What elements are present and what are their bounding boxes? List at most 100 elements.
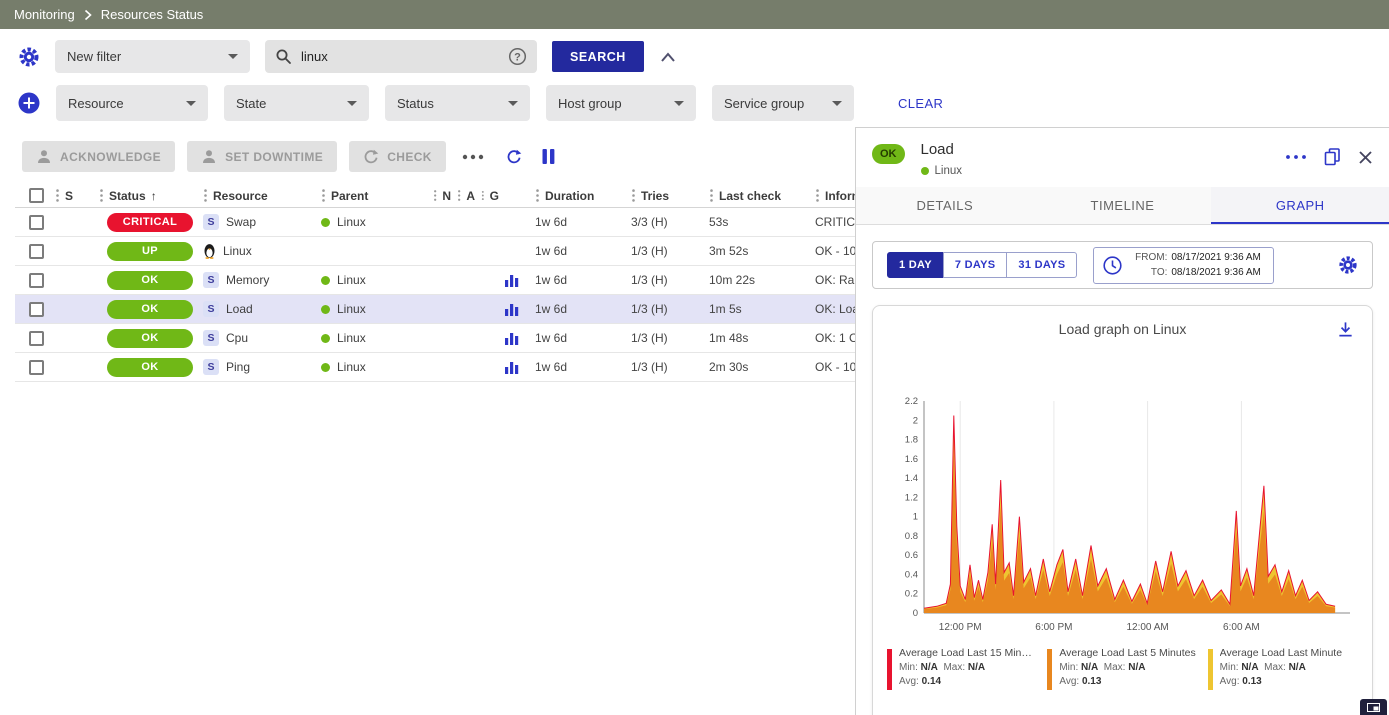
check-button[interactable]: CHECK xyxy=(349,141,446,172)
refresh-icon[interactable] xyxy=(506,149,522,165)
pause-autorefresh-icon[interactable] xyxy=(540,148,557,165)
resource-name[interactable]: Swap xyxy=(226,215,256,229)
load-graph[interactable]: 12:00 PM6:00 PM12:00 AM6:00 AM00.20.40.6… xyxy=(888,389,1358,641)
tab-graph[interactable]: GRAPH xyxy=(1211,187,1389,224)
filter-criteria-state[interactable]: State xyxy=(224,85,369,121)
filter-criteria-resource[interactable]: Resource xyxy=(56,85,208,121)
column-header-duration[interactable]: Duration xyxy=(529,184,625,207)
more-actions-button[interactable] xyxy=(458,154,488,160)
column-header-status[interactable]: Status↑ xyxy=(93,184,197,207)
column-header-g[interactable]: G xyxy=(475,184,499,207)
select-all-checkbox[interactable] xyxy=(29,188,44,203)
row-checkbox[interactable] xyxy=(29,331,44,346)
resource-name[interactable]: Cpu xyxy=(226,331,248,345)
table-row[interactable]: CRITICAL SSwap Linux 1w 6d 3/3 (H) 53s C… xyxy=(15,208,855,237)
downtime-icon xyxy=(201,149,217,164)
criteria-label: Status xyxy=(397,96,434,111)
more-options-icon[interactable] xyxy=(1285,154,1307,160)
drag-handle-icon[interactable] xyxy=(815,188,820,203)
filter-settings-icon[interactable] xyxy=(18,46,40,68)
date-range-picker[interactable]: FROM:08/17/2021 9:36 AM TO:08/18/2021 9:… xyxy=(1093,247,1274,284)
tab-details[interactable]: DETAILS xyxy=(856,187,1034,224)
column-header-resource[interactable]: Resource xyxy=(197,184,315,207)
table-row[interactable]: OK SLoad Linux 1w 6d 1/3 (H) 1m 5s OK: L… xyxy=(15,295,855,324)
row-checkbox[interactable] xyxy=(29,215,44,230)
copy-link-icon[interactable] xyxy=(1324,148,1341,166)
drag-handle-icon[interactable] xyxy=(203,188,208,203)
parent-name[interactable]: Linux xyxy=(337,215,366,229)
table-row[interactable]: UP Linux 1w 6d 1/3 (H) 3m 52s OK - 10 xyxy=(15,237,855,266)
clear-filters-button[interactable]: CLEAR xyxy=(898,96,943,111)
parent-name[interactable]: Linux xyxy=(337,331,366,345)
column-header-tries[interactable]: Tries xyxy=(625,184,703,207)
legend-item[interactable]: Average Load Last Minute Min: N/A Max: N… xyxy=(1208,647,1358,690)
status-badge: OK xyxy=(107,358,193,377)
column-header-information[interactable]: Information xyxy=(809,184,855,207)
svg-text:6:00 PM: 6:00 PM xyxy=(1035,622,1072,633)
row-checkbox[interactable] xyxy=(29,302,44,317)
drag-handle-icon[interactable] xyxy=(535,188,540,203)
graph-icon[interactable] xyxy=(505,274,519,287)
drag-handle-icon[interactable] xyxy=(55,188,60,203)
column-header-parent[interactable]: Parent xyxy=(315,184,427,207)
graph-icon[interactable] xyxy=(505,303,519,316)
breadcrumb-item-resources-status[interactable]: Resources Status xyxy=(101,7,204,22)
graph-settings-icon[interactable] xyxy=(1338,255,1358,275)
table-row[interactable]: OK SCpu Linux 1w 6d 1/3 (H) 1m 48s OK: 1… xyxy=(15,324,855,353)
parent-name[interactable]: Linux xyxy=(337,360,366,374)
drag-handle-icon[interactable] xyxy=(99,188,104,203)
drag-handle-icon[interactable] xyxy=(631,188,636,203)
column-header-last-check[interactable]: Last check xyxy=(703,184,809,207)
row-checkbox[interactable] xyxy=(29,273,44,288)
table-row[interactable]: OK SMemory Linux 1w 6d 1/3 (H) 10m 22s O… xyxy=(15,266,855,295)
search-button[interactable]: SEARCH xyxy=(552,41,644,72)
acknowledge-button[interactable]: ACKNOWLEDGE xyxy=(22,141,175,172)
parent-name[interactable]: Linux xyxy=(337,273,366,287)
svg-text:12:00 PM: 12:00 PM xyxy=(938,622,981,633)
drag-handle-icon[interactable] xyxy=(457,188,461,203)
filter-criteria-service-group[interactable]: Service group xyxy=(712,85,854,121)
add-criteria-icon[interactable] xyxy=(18,92,40,114)
breadcrumb-item-monitoring[interactable]: Monitoring xyxy=(14,7,75,22)
column-header-n[interactable]: N xyxy=(427,184,451,207)
graph-icon[interactable] xyxy=(505,332,519,345)
graph-icon[interactable] xyxy=(505,361,519,374)
drag-handle-icon[interactable] xyxy=(321,188,326,203)
legend-item[interactable]: Average Load Last 5 Minutes Min: N/A Max… xyxy=(1047,647,1197,690)
download-icon[interactable] xyxy=(1337,321,1354,343)
resource-name[interactable]: Ping xyxy=(226,360,250,374)
set-downtime-button[interactable]: SET DOWNTIME xyxy=(187,141,337,172)
collapse-filters-icon[interactable] xyxy=(659,51,677,63)
resource-name[interactable]: Memory xyxy=(226,273,269,287)
range-7-days[interactable]: 7 DAYS xyxy=(943,252,1008,278)
table-row[interactable]: OK SPing Linux 1w 6d 1/3 (H) 2m 30s OK -… xyxy=(15,353,855,382)
filter-criteria-status[interactable]: Status xyxy=(385,85,530,121)
close-icon[interactable] xyxy=(1358,150,1373,165)
help-icon[interactable]: ? xyxy=(508,47,527,66)
drag-handle-icon[interactable] xyxy=(481,188,485,203)
drag-handle-icon[interactable] xyxy=(433,188,437,203)
sort-asc-icon[interactable]: ↑ xyxy=(151,189,157,203)
range-1-day[interactable]: 1 DAY xyxy=(887,252,944,278)
row-checkbox[interactable] xyxy=(29,244,44,259)
information-cell: CRITIC xyxy=(809,208,855,236)
filter-criteria-host-group[interactable]: Host group xyxy=(546,85,696,121)
clock-icon xyxy=(1102,255,1123,276)
svg-text:2.2: 2.2 xyxy=(904,396,917,407)
resource-name[interactable]: Load xyxy=(226,302,253,316)
parent-name[interactable]: Linux xyxy=(337,302,366,316)
tries-cell: 1/3 (H) xyxy=(625,353,703,381)
panel-status-badge: OK xyxy=(872,144,905,164)
saved-filter-select[interactable]: New filter xyxy=(55,40,250,73)
tab-timeline[interactable]: TIMELINE xyxy=(1034,187,1212,224)
drag-handle-icon[interactable] xyxy=(709,188,714,203)
column-header-s[interactable]: S xyxy=(49,184,93,207)
resource-name[interactable]: Linux xyxy=(223,244,252,258)
range-31-days[interactable]: 31 DAYS xyxy=(1006,252,1077,278)
search-input[interactable]: linux ? xyxy=(265,40,537,73)
column-header-a[interactable]: A xyxy=(451,184,475,207)
status-badge: CRITICAL xyxy=(107,213,193,232)
corner-overlay-button[interactable] xyxy=(1360,699,1387,715)
row-checkbox[interactable] xyxy=(29,360,44,375)
legend-item[interactable]: Average Load Last 15 Minutes Min: N/A Ma… xyxy=(887,647,1037,690)
